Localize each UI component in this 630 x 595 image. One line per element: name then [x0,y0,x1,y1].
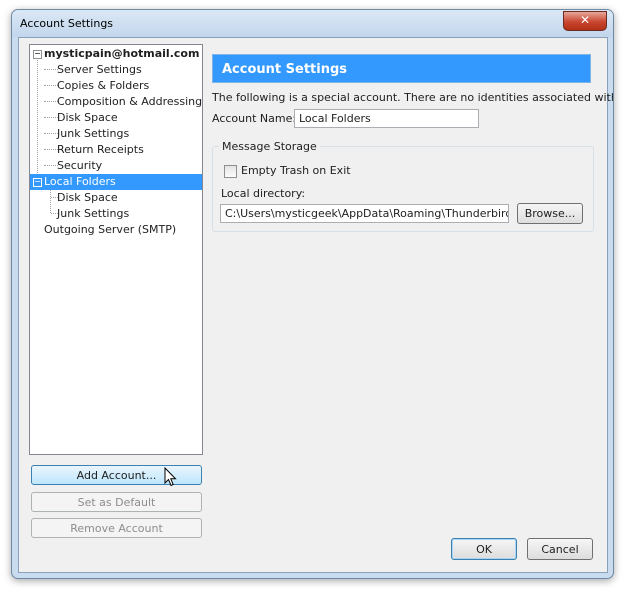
close-icon: ✕ [579,13,591,27]
tree-item-label: Local Folders [44,175,116,188]
local-directory-label: Local directory: [221,187,306,200]
tree-item-label: Security [57,159,103,172]
button-label: Remove Account [70,522,163,535]
tree-item-label: Return Receipts [57,143,144,156]
tree-item-label: Junk Settings [57,127,130,140]
panel-description: The following is a special account. Ther… [212,91,614,104]
account-name-label: Account Name: [212,112,297,125]
cancel-button[interactable]: Cancel [527,538,593,560]
button-label: OK [476,543,492,556]
tree-item-local-junk-settings[interactable]: Junk Settings [30,206,129,222]
tree-item-outgoing-server[interactable]: Outgoing Server (SMTP) [30,222,176,238]
tree-item-security[interactable]: Security [30,158,102,174]
account-name-input[interactable]: Local Folders [294,109,479,128]
button-label: Cancel [541,543,579,556]
message-storage-group: Message Storage Empty Trash on Exit Loca… [212,140,594,232]
empty-trash-label[interactable]: Empty Trash on Exit [241,164,351,177]
title-bar: Account Settings ✕ [12,10,613,37]
tree-item-label: Disk Space [57,111,118,124]
button-label: Add Account... [76,469,157,482]
close-button[interactable]: ✕ [563,11,607,31]
button-label: Browse... [524,207,576,220]
tree-item-label: Server Settings [57,63,142,76]
tree-item-junk-settings[interactable]: Junk Settings [30,126,129,142]
tree-item-local-disk-space[interactable]: Disk Space [30,190,118,206]
browse-button[interactable]: Browse... [517,203,583,224]
local-directory-input[interactable]: C:\Users\mysticgeek\AppData\Roaming\Thun… [220,204,509,223]
tree-item-disk-space[interactable]: Disk Space [30,110,118,126]
button-label: Set as Default [77,496,156,509]
expander-icon[interactable]: − [33,178,42,187]
ok-button[interactable]: OK [451,538,517,560]
tree-item-account[interactable]: − mysticpain@hotmail.com [30,46,199,62]
tree-item-composition[interactable]: Composition & Addressing [30,94,202,110]
tree-item-label: Outgoing Server (SMTP) [44,223,177,236]
expander-icon[interactable]: − [33,50,42,59]
empty-trash-checkbox[interactable] [224,165,237,178]
dialog-client-area: − mysticpain@hotmail.com Server Settings… [18,37,613,573]
account-tree[interactable]: − mysticpain@hotmail.com Server Settings… [29,44,203,455]
panel-header: Account Settings [212,54,591,83]
tree-item-label: Composition & Addressing [57,95,203,108]
window-title: Account Settings [20,17,114,30]
set-default-button[interactable]: Set as Default [31,492,202,512]
tree-item-server-settings[interactable]: Server Settings [30,62,142,78]
tree-item-copies-folders[interactable]: Copies & Folders [30,78,149,94]
account-email: mysticpain@hotmail.com [44,47,200,60]
message-storage-legend: Message Storage [219,140,320,153]
account-settings-window: Account Settings ✕ − mysticpain@hotmail.… [11,9,614,579]
remove-account-button[interactable]: Remove Account [31,518,202,538]
mouse-pointer-icon [164,467,177,487]
tree-item-local-folders[interactable]: − Local Folders [30,174,202,190]
tree-item-label: Copies & Folders [57,79,150,92]
tree-item-label: Disk Space [57,191,118,204]
tree-item-label: Junk Settings [57,207,130,220]
tree-item-return-receipts[interactable]: Return Receipts [30,142,144,158]
